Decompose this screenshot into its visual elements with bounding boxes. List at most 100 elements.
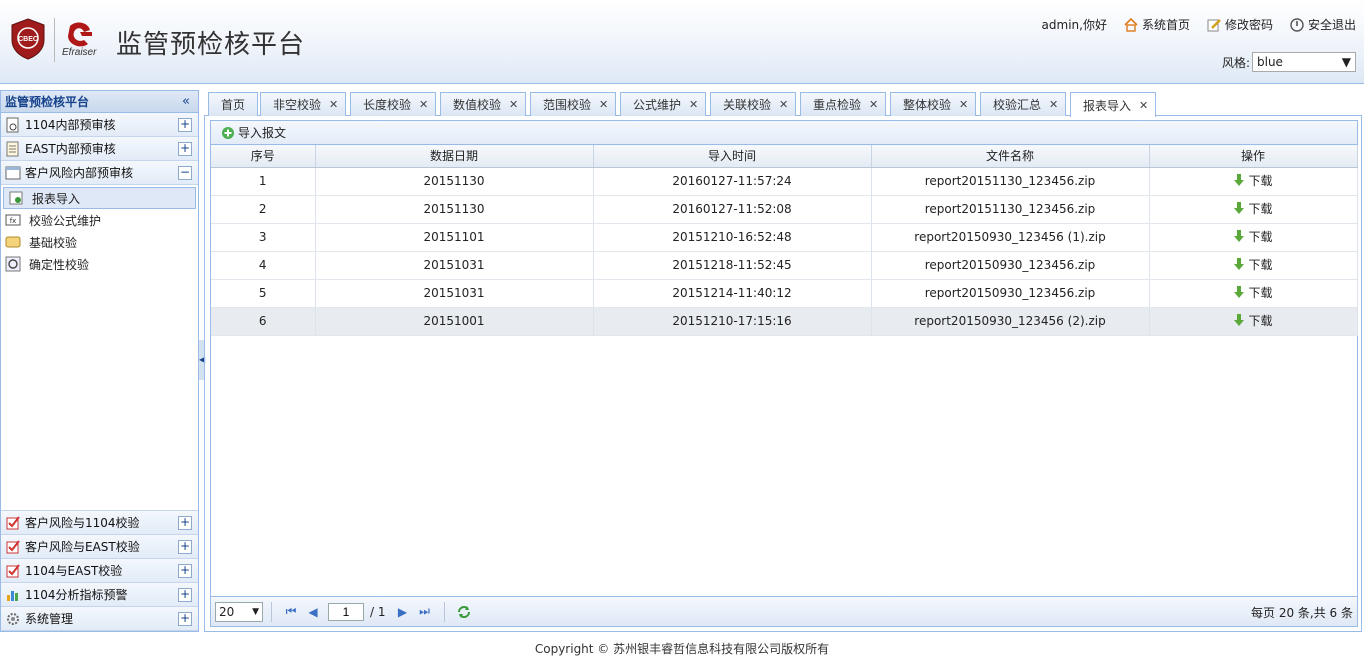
expand-icon[interactable]: +	[178, 516, 192, 530]
expand-icon[interactable]: +	[178, 142, 192, 156]
page-number-input[interactable]	[328, 602, 364, 621]
sub-item-basic-check[interactable]: 基础校验	[1, 231, 198, 253]
close-icon[interactable]: ✕	[1049, 98, 1058, 111]
tab-label: 重点检验	[813, 98, 862, 112]
close-icon[interactable]: ✕	[599, 98, 608, 111]
table-row[interactable]: 4 20151031 20151218-11:52:45 report20150…	[211, 251, 1358, 280]
sub-item-deterministic-check[interactable]: 确定性校验	[1, 253, 198, 275]
close-icon[interactable]: ✕	[329, 98, 338, 111]
close-icon[interactable]: ✕	[509, 98, 518, 111]
group-1104-analysis-warning[interactable]: 1104分析指标预警 +	[1, 583, 198, 607]
import-sheet-icon	[9, 191, 23, 205]
group-label: 客户风险内部预审核	[25, 166, 134, 180]
expand-icon[interactable]: +	[178, 540, 192, 554]
change-password-link[interactable]: 修改密码	[1206, 16, 1273, 33]
column-header-action[interactable]: 操作	[1149, 145, 1358, 168]
download-link[interactable]: 下载	[1233, 228, 1273, 245]
sub-item-formula-maintenance[interactable]: fx 校验公式维护	[1, 209, 198, 231]
sub-item-report-import[interactable]: 报表导入	[3, 187, 196, 209]
expand-icon[interactable]: +	[178, 564, 192, 578]
app-title: 监管预检核平台	[116, 30, 306, 60]
expand-icon[interactable]: +	[178, 118, 192, 132]
last-page-button[interactable]: ⏭	[414, 602, 436, 622]
cell-index: 1	[211, 167, 316, 196]
tab-label: 长度校验	[363, 98, 412, 112]
close-icon[interactable]: ✕	[1139, 99, 1148, 112]
page-size-select[interactable]: 20 ▼	[215, 601, 263, 622]
style-area: 风格: blue ▼	[1222, 52, 1356, 72]
expand-icon[interactable]: +	[178, 612, 192, 626]
download-link[interactable]: 下载	[1233, 256, 1273, 273]
table-row[interactable]: 5 20151031 20151214-11:40:12 report20150…	[211, 279, 1358, 308]
download-link[interactable]: 下载	[1233, 312, 1273, 329]
refresh-button[interactable]	[453, 602, 475, 622]
refresh-icon	[457, 605, 470, 618]
tab-nonnull-check[interactable]: 非空校验 ✕	[260, 92, 346, 116]
tab-numeric-check[interactable]: 数值校验 ✕	[440, 92, 526, 116]
change-password-label: 修改密码	[1224, 18, 1273, 32]
group-system-management[interactable]: 系统管理 +	[1, 607, 198, 631]
report-table: 序号 数据日期 导入时间 文件名称 操作 1 20151130 20160127…	[211, 145, 1358, 336]
first-page-button[interactable]: ⏮	[280, 602, 302, 622]
download-label: 下载	[1248, 257, 1273, 272]
logo-divider	[54, 18, 55, 62]
import-message-button[interactable]: 导入报文	[221, 124, 286, 141]
table-row[interactable]: 3 20151101 20151210-16:52:48 report20150…	[211, 223, 1358, 252]
group-customer-risk-1104[interactable]: 客户风险与1104校验 +	[1, 511, 198, 535]
tab-label: 首页	[221, 98, 246, 112]
tab-formula-maintenance[interactable]: 公式维护 ✕	[620, 92, 706, 116]
prev-page-icon: ◀	[308, 604, 318, 619]
logout-link[interactable]: 安全退出	[1289, 16, 1356, 33]
sidebar-title: 监管预检核平台	[5, 95, 90, 109]
tab-overall-check[interactable]: 整体校验 ✕	[890, 92, 976, 116]
column-header-import-time[interactable]: 导入时间	[593, 145, 872, 168]
table-row[interactable]: 1 20151130 20160127-11:57:24 report20151…	[211, 167, 1358, 196]
close-icon[interactable]: ✕	[689, 98, 698, 111]
close-icon[interactable]: ✕	[779, 98, 788, 111]
group-1104-internal[interactable]: 1104内部预审核 +	[1, 113, 198, 137]
column-header-data-date[interactable]: 数据日期	[315, 145, 594, 168]
tab-length-check[interactable]: 长度校验 ✕	[350, 92, 436, 116]
tab-key-check[interactable]: 重点检验 ✕	[800, 92, 886, 116]
group-customer-risk-internal[interactable]: 客户风险内部预审核 −	[1, 161, 198, 185]
page-size-value: 20	[219, 604, 235, 619]
tab-label: 数值校验	[453, 98, 502, 112]
cell-data-date: 20151001	[315, 307, 594, 336]
close-icon[interactable]: ✕	[959, 98, 968, 111]
expand-icon[interactable]: +	[178, 588, 192, 602]
tab-check-summary[interactable]: 校验汇总 ✕	[980, 92, 1066, 116]
next-page-button[interactable]: ▶	[392, 602, 414, 622]
next-page-icon: ▶	[397, 604, 408, 619]
tab-relation-check[interactable]: 关联校验 ✕	[710, 92, 796, 116]
download-link[interactable]: 下载	[1233, 200, 1273, 217]
checklist-icon	[6, 141, 19, 156]
column-header-file-name[interactable]: 文件名称	[871, 145, 1150, 168]
cell-action: 下载	[1149, 167, 1358, 196]
collapse-double-chevron-icon[interactable]: «	[182, 94, 190, 109]
home-link[interactable]: 系统首页	[1123, 16, 1190, 33]
group-label: 客户风险与EAST校验	[25, 540, 140, 554]
group-customer-risk-east[interactable]: 客户风险与EAST校验 +	[1, 535, 198, 559]
close-icon[interactable]: ✕	[869, 98, 878, 111]
download-link[interactable]: 下载	[1233, 172, 1273, 189]
shield-logo-icon: CBEC	[11, 18, 45, 60]
svg-text:fx: fx	[10, 217, 17, 225]
prev-page-button[interactable]: ◀	[302, 602, 324, 622]
column-header-index[interactable]: 序号	[211, 145, 316, 168]
tab-report-import[interactable]: 报表导入 ✕	[1070, 92, 1156, 117]
download-arrow-icon	[1234, 286, 1245, 299]
tab-home[interactable]: 首页	[208, 92, 258, 116]
group-1104-east[interactable]: 1104与EAST校验 +	[1, 559, 198, 583]
tab-label: 整体校验	[903, 98, 952, 112]
download-link[interactable]: 下载	[1233, 284, 1273, 301]
style-select[interactable]: blue ▼	[1252, 52, 1356, 72]
group-east-internal[interactable]: EAST内部预审核 +	[1, 137, 198, 161]
close-icon[interactable]: ✕	[419, 98, 428, 111]
table-row[interactable]: 2 20151130 20160127-11:52:08 report20151…	[211, 195, 1358, 224]
tab-range-check[interactable]: 范围校验 ✕	[530, 92, 616, 116]
download-label: 下载	[1248, 229, 1273, 244]
collapse-icon[interactable]: −	[178, 166, 192, 180]
group-label: 客户风险与1104校验	[25, 516, 140, 530]
table-row[interactable]: 6 20151001 20151210-17:15:16 report20150…	[211, 307, 1358, 336]
tab-label: 公式维护	[633, 98, 682, 112]
